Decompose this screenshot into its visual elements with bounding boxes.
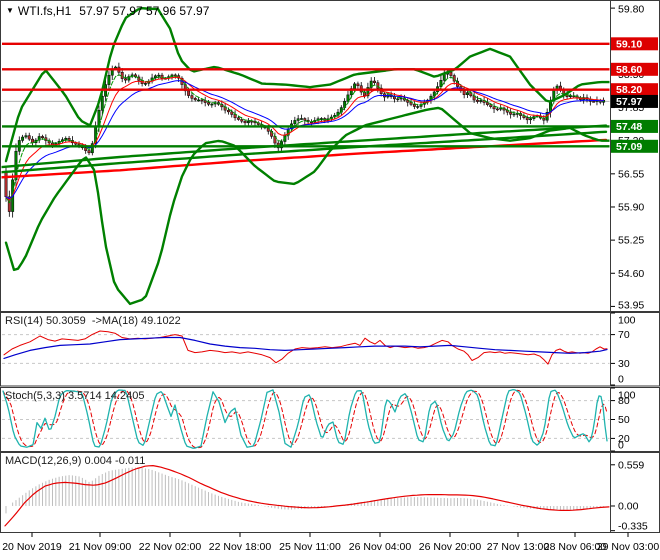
- candle-body: [353, 83, 357, 89]
- symbol-name: WTI.fs,H1: [17, 4, 72, 18]
- candle-body: [197, 99, 201, 102]
- candle-body: [479, 100, 483, 102]
- macd-plot-area[interactable]: [4, 465, 610, 527]
- candle-body: [107, 74, 111, 85]
- candle-body: [24, 135, 28, 138]
- candle-body: [296, 118, 300, 121]
- candle-body: [193, 98, 197, 101]
- candle-body: [356, 83, 360, 86]
- time-axis[interactable]: [0, 533, 660, 560]
- macd-histogram: [5, 467, 605, 514]
- candle-body: [243, 120, 247, 124]
- candle-body: [485, 102, 489, 105]
- chart-canvas[interactable]: 59.8059.1558.5057.8557.2056.5555.9055.25…: [0, 0, 660, 560]
- candle-body: [153, 75, 157, 79]
- candle-body: [203, 100, 207, 103]
- symbol-title: ▼ WTI.fs,H1 57.97 57.97 57.96 57.97: [6, 4, 209, 18]
- stoch-legend: Stoch(5,3,3) 3.5714 14.2405: [5, 390, 145, 402]
- candle-body: [568, 95, 572, 98]
- candle-body: [373, 80, 376, 83]
- candle-body: [226, 109, 230, 113]
- ohlc-values: 57.97 57.97 57.96 57.97: [79, 4, 210, 18]
- candle-body: [41, 136, 44, 138]
- candle-body: [509, 111, 513, 115]
- candle-body: [512, 113, 516, 116]
- candle-body: [210, 103, 214, 106]
- candle-body: [64, 137, 68, 140]
- candle-body: [412, 104, 416, 107]
- candle-body: [525, 117, 529, 121]
- candle-body: [207, 102, 210, 105]
- rsi-plot-area[interactable]: [2, 330, 610, 365]
- chart-window: 59.8059.1558.5057.8557.2056.5555.9055.25…: [0, 0, 660, 560]
- candle-body: [124, 78, 127, 81]
- candle-body: [592, 101, 596, 103]
- macd-legend: MACD(12,26,9) 0.004 -0.011: [5, 455, 146, 467]
- candle-body: [346, 94, 350, 102]
- candle-body: [240, 119, 244, 122]
- candle-body: [492, 106, 496, 110]
- candle-body: [27, 135, 31, 140]
- dropdown-arrow-icon[interactable]: ▼: [6, 6, 14, 15]
- candle-body: [230, 111, 234, 115]
- price-plot-area[interactable]: [0, 6, 610, 306]
- candle-body: [200, 99, 204, 102]
- candle-body: [303, 118, 307, 121]
- candle-body: [462, 90, 466, 95]
- rsi-legend: RSI(14) 50.3059 ->MA(18) 49.1022: [5, 315, 181, 327]
- candle-body: [449, 71, 453, 76]
- candle-body: [475, 99, 479, 102]
- candle-body: [100, 96, 104, 111]
- candle-body: [466, 92, 469, 95]
- candle-body: [529, 118, 533, 121]
- candle-body: [246, 120, 250, 124]
- candle-body: [143, 83, 147, 85]
- candle-body: [293, 120, 297, 125]
- candle-body: [442, 74, 446, 81]
- candle-body: [399, 97, 403, 100]
- candle-body: [4, 171, 8, 198]
- candle-body: [416, 106, 420, 108]
- candle-body: [187, 90, 191, 96]
- candle-body: [300, 118, 303, 120]
- candle-body: [236, 117, 240, 120]
- rsi-line: [3, 330, 608, 365]
- price-axis[interactable]: [611, 0, 660, 533]
- candle-body: [495, 108, 499, 111]
- candle-body: [157, 74, 161, 77]
- candle-body: [396, 98, 400, 101]
- candle-body: [87, 150, 91, 154]
- candle-body: [190, 95, 194, 99]
- candle-body: [21, 136, 25, 141]
